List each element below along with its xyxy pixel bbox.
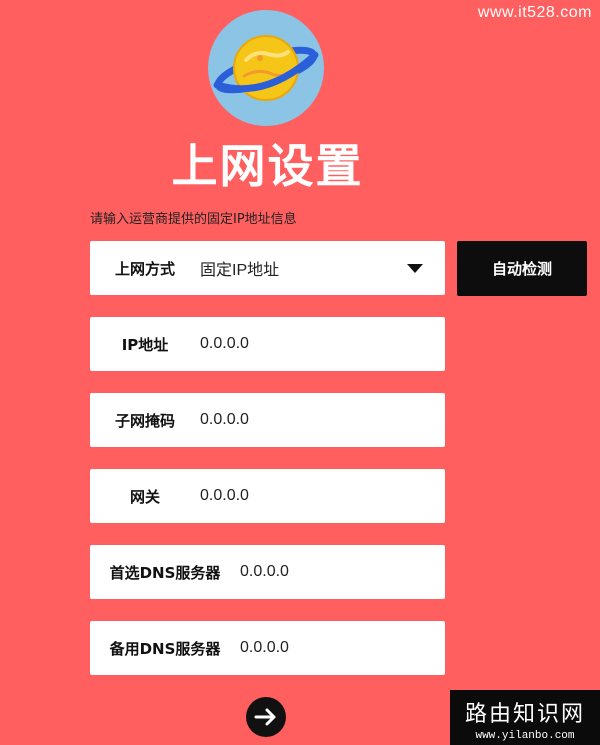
connection-type-select[interactable]: 上网方式 固定IP地址 [90, 241, 445, 295]
page-title: 上网设置 [171, 139, 364, 193]
field-value: 固定IP地址 [200, 262, 280, 279]
next-button[interactable] [246, 697, 286, 737]
watermark-name: 路由知识网 [464, 702, 585, 727]
instruction-text: 请输入运营商提供的固定IP地址信息 [90, 212, 297, 227]
field-value[interactable]: 0.0.0.0 [200, 411, 445, 429]
field-label: 网关 [129, 487, 160, 506]
field-value[interactable]: 0.0.0.0 [200, 335, 445, 353]
field-label: 首选DNS服务器 [109, 563, 221, 582]
planet-logo-icon [208, 10, 324, 126]
field-value[interactable]: 0.0.0.0 [240, 563, 445, 581]
caret-down-icon[interactable] [407, 263, 423, 273]
watermark-url: www.yilanbo.com [475, 730, 575, 742]
auto-detect-button[interactable]: 自动检测 [457, 241, 587, 296]
subnet-mask-field[interactable]: 子网掩码 0.0.0.0 [90, 393, 445, 447]
primary-dns-field[interactable]: 首选DNS服务器 0.0.0.0 [90, 545, 445, 599]
secondary-dns-field[interactable]: 备用DNS服务器 0.0.0.0 [90, 621, 445, 675]
field-label: 子网掩码 [114, 411, 175, 430]
arrow-right-icon [254, 708, 276, 726]
watermark-top: www.it528.com [477, 4, 592, 21]
field-label: 上网方式 [114, 259, 175, 278]
field-label: IP地址 [121, 335, 169, 354]
field-value[interactable]: 0.0.0.0 [200, 487, 445, 505]
ip-address-field[interactable]: IP地址 0.0.0.0 [90, 317, 445, 371]
watermark-box: 路由知识网 www.yilanbo.com [450, 690, 600, 745]
field-label: 备用DNS服务器 [109, 639, 221, 658]
field-value[interactable]: 0.0.0.0 [240, 639, 445, 657]
gateway-field[interactable]: 网关 0.0.0.0 [90, 469, 445, 523]
